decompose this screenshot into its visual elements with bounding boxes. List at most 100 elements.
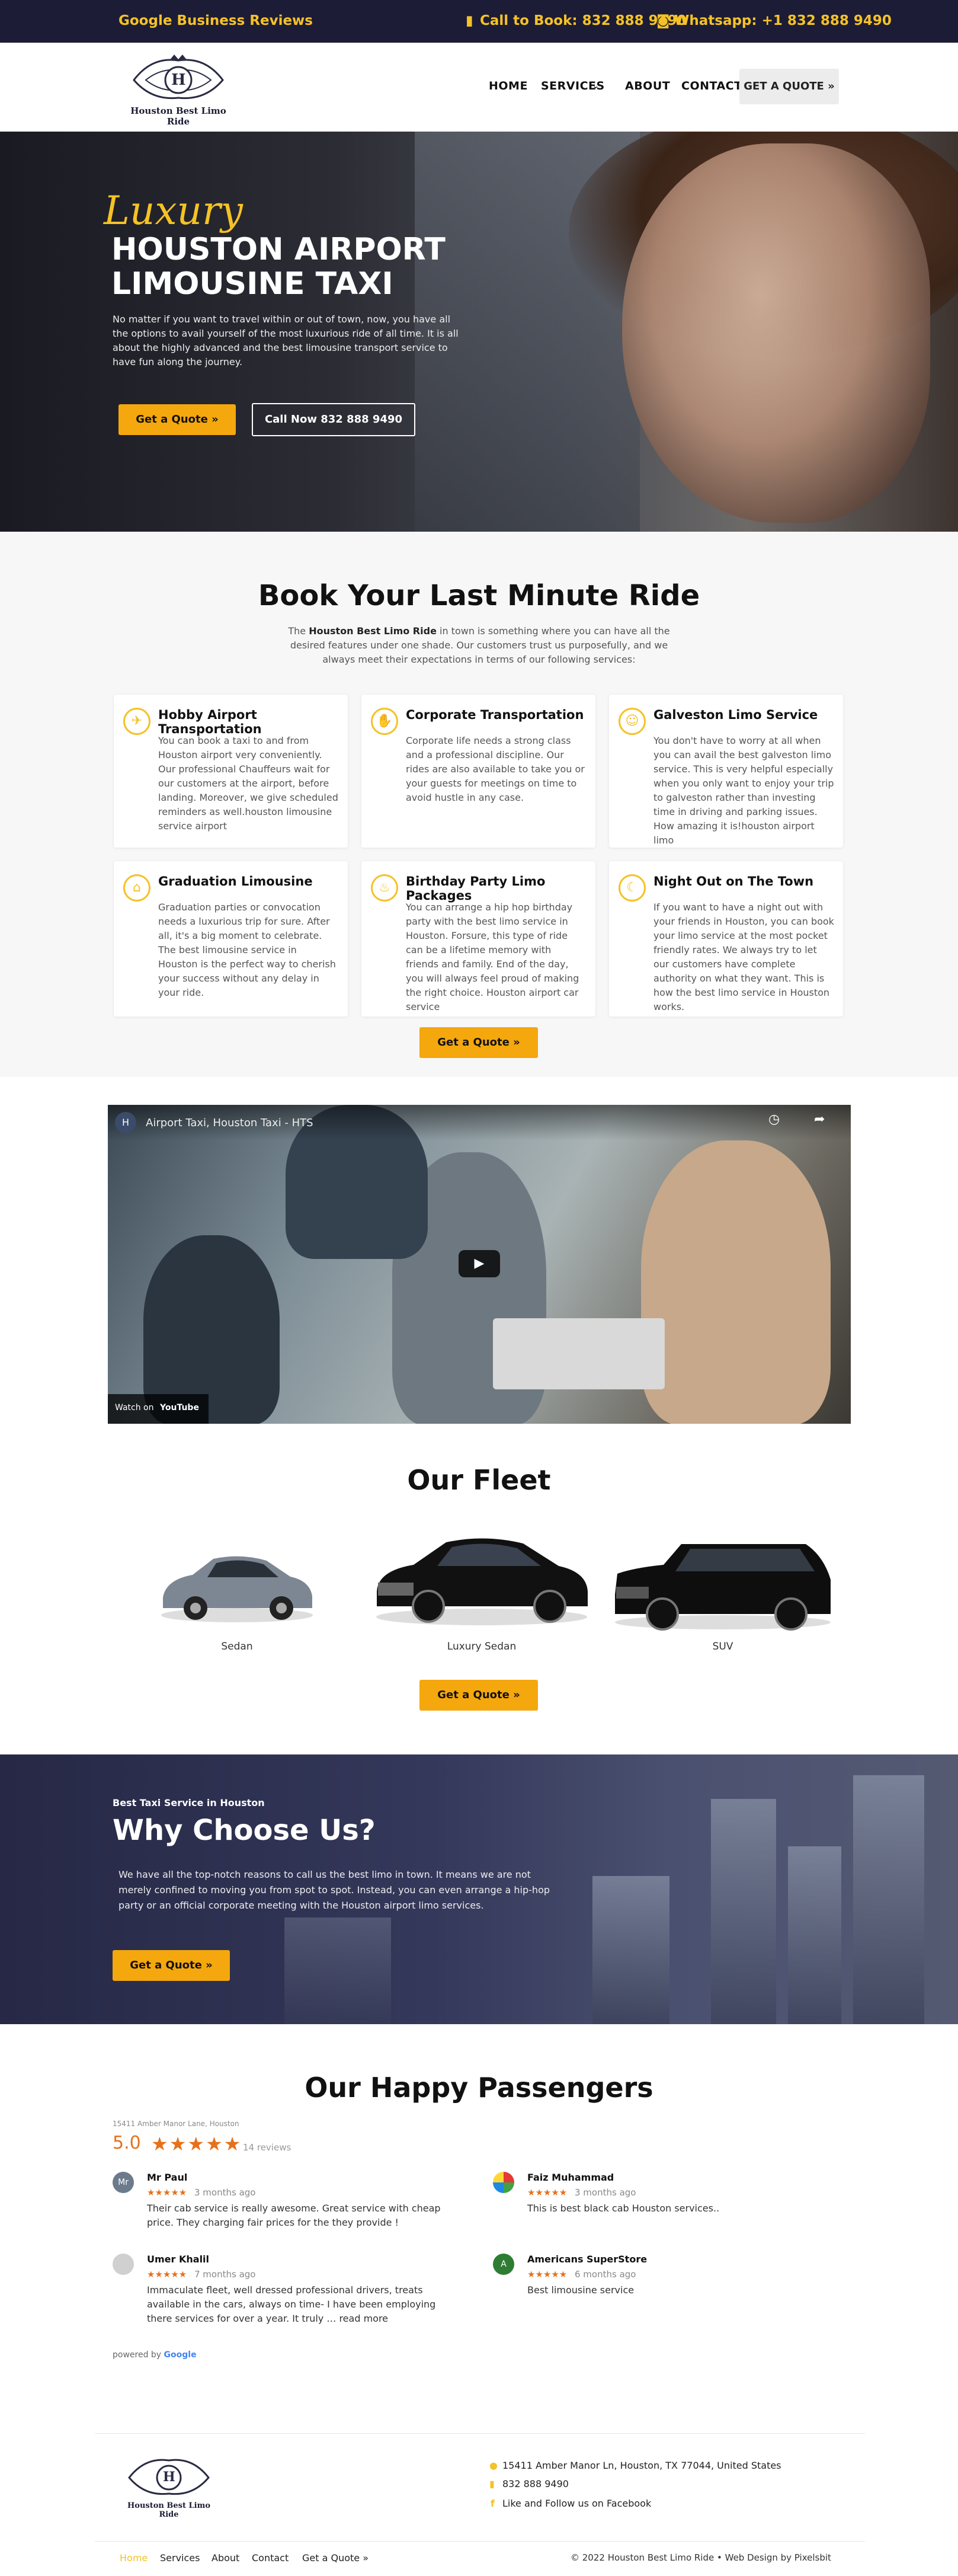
play-button-icon[interactable]: ▶ bbox=[459, 1250, 500, 1277]
service-card-title: Galveston Limo Service bbox=[653, 708, 818, 722]
phone-icon: ▮ bbox=[466, 13, 473, 28]
whatsapp-link[interactable]: Whatsapp: +1 832 888 9490 bbox=[674, 13, 892, 28]
header-get-quote-button[interactable]: GET A QUOTE » bbox=[739, 69, 839, 104]
services-section: Book Your Last Minute Ride The Houston B… bbox=[0, 532, 958, 1077]
service-card-text: You can arrange a hip hop birthday party… bbox=[406, 902, 579, 1012]
building-shape bbox=[711, 1799, 776, 2024]
location-pin-icon: ● bbox=[489, 2460, 498, 2471]
logo[interactable]: H Houston Best Limo Ride bbox=[122, 53, 235, 127]
suv-car-image bbox=[615, 1544, 831, 1631]
nav-about[interactable]: ABOUT bbox=[625, 79, 670, 92]
footer-address: 15411 Amber Manor Ln, Houston, TX 77044,… bbox=[502, 2460, 781, 2471]
facebook-icon: f bbox=[491, 2498, 495, 2509]
services-intro: The Houston Best Limo Ride in town is so… bbox=[288, 625, 670, 665]
video-title[interactable]: Airport Taxi, Houston Taxi - HTS bbox=[146, 1117, 313, 1129]
fleet-label-sedan: Sedan bbox=[221, 1641, 253, 1653]
service-card-title: Graduation Limousine bbox=[158, 874, 313, 889]
service-card: ⌂ Graduation Limousine Graduation partie… bbox=[114, 861, 348, 1017]
clock-icon[interactable]: ◷ bbox=[768, 1112, 780, 1127]
review-stars-icon: ★★★★★ bbox=[527, 2269, 568, 2280]
reviewer-name[interactable]: Mr Paul bbox=[147, 2172, 187, 2183]
service-card-text: You don't have to worry at all when you … bbox=[653, 735, 834, 846]
reviewer-name[interactable]: Umer Khalil bbox=[147, 2254, 209, 2265]
phone-icon: ▮ bbox=[489, 2478, 495, 2489]
nav-home[interactable]: HOME bbox=[489, 79, 528, 92]
service-card: ✋ Corporate Transportation Corporate lif… bbox=[361, 695, 595, 848]
whatsapp-icon: ◙ bbox=[656, 13, 670, 28]
plane-icon: ✈ bbox=[123, 708, 150, 735]
footer-link-about[interactable]: About bbox=[212, 2552, 239, 2564]
person-icon: ☺ bbox=[619, 708, 646, 735]
why-choose-us-section: Best Taxi Service in Houston Why Choose … bbox=[0, 1754, 958, 2024]
chevron-down-icon[interactable]: ⌄ bbox=[592, 82, 599, 91]
footer-logo[interactable]: H Houston Best Limo Ride bbox=[118, 2454, 219, 2519]
service-card-title: Night Out on The Town bbox=[653, 874, 814, 889]
footer-link-contact[interactable]: Contact bbox=[252, 2552, 289, 2564]
share-icon[interactable]: ➦ bbox=[814, 1112, 825, 1127]
reviewer-avatar bbox=[493, 2172, 514, 2193]
footer-link-services[interactable]: Services bbox=[160, 2552, 200, 2564]
building-shape bbox=[592, 1876, 669, 2024]
fleet-label-suv: SUV bbox=[712, 1641, 733, 1653]
footer-bottom-divider bbox=[95, 2541, 865, 2542]
youtube-logo-icon: YouTube bbox=[160, 1403, 199, 1412]
review-item: Mr Mr Paul ★★★★★ 3 months ago Their cab … bbox=[113, 2172, 492, 2243]
fleet-label-luxury-sedan: Luxury Sedan bbox=[447, 1641, 517, 1653]
reviewer-avatar: Mr bbox=[113, 2172, 134, 2193]
nav-contact[interactable]: CONTACT bbox=[681, 79, 742, 92]
video-person-right bbox=[641, 1140, 831, 1424]
watch-on-youtube[interactable]: Watch on YouTube bbox=[108, 1394, 209, 1424]
fleet-get-quote-button[interactable]: Get a Quote » bbox=[419, 1680, 538, 1711]
birthday-cake-icon: ♨ bbox=[371, 874, 398, 902]
service-card-text: If you want to have a night out with you… bbox=[653, 902, 834, 1012]
luxury-sedan-car-image bbox=[376, 1538, 588, 1625]
call-to-book-link[interactable]: Call to Book: 832 888 9490 bbox=[480, 13, 687, 28]
review-item: A Americans SuperStore ★★★★★ 6 months ag… bbox=[493, 2254, 872, 2325]
review-stars-icon: ★★★★★ bbox=[527, 2187, 568, 2198]
service-card-title: Corporate Transportation bbox=[406, 708, 584, 722]
review-time: 3 months ago bbox=[194, 2187, 256, 2198]
hero-call-now-button[interactable]: Call Now 832 888 9490 bbox=[252, 403, 415, 436]
reviewer-name[interactable]: Faiz Muhammad bbox=[527, 2172, 614, 2183]
reviews-count: 14 reviews bbox=[243, 2142, 291, 2153]
footer-phone[interactable]: 832 888 9490 bbox=[502, 2478, 569, 2489]
logo-letter: H bbox=[171, 71, 186, 89]
service-card: ☾ Night Out on The Town If you want to h… bbox=[609, 861, 843, 1017]
review-text: This is best black cab Houston services.… bbox=[527, 2203, 720, 2214]
review-item: Umer Khalil ★★★★★ 7 months ago Immaculat… bbox=[113, 2254, 492, 2331]
powered-by-label: powered by bbox=[113, 2350, 162, 2360]
hero-get-quote-button[interactable]: Get a Quote » bbox=[118, 404, 236, 435]
channel-avatar[interactable]: H bbox=[115, 1112, 136, 1133]
footer-facebook-link[interactable]: Like and Follow us on Facebook bbox=[502, 2498, 651, 2509]
footer-divider bbox=[95, 2433, 865, 2434]
footer-link-home[interactable]: Home bbox=[120, 2552, 148, 2564]
hero-woman-image bbox=[622, 143, 930, 523]
reviewer-name[interactable]: Americans SuperStore bbox=[527, 2254, 647, 2265]
service-card: ♨ Birthday Party Limo Packages You can a… bbox=[361, 861, 595, 1017]
why-get-quote-button[interactable]: Get a Quote » bbox=[113, 1950, 230, 1981]
logo-text: Houston Best Limo Ride bbox=[130, 106, 226, 127]
google-reviews-link[interactable]: Google Business Reviews bbox=[118, 13, 313, 28]
services-get-quote-button[interactable]: Get a Quote » bbox=[419, 1027, 538, 1058]
hero-script-word: Luxury bbox=[104, 188, 243, 234]
video-embed[interactable]: H Airport Taxi, Houston Taxi - HTS ◷ ➦ ▶… bbox=[108, 1105, 851, 1424]
building-shape bbox=[788, 1846, 841, 2024]
why-title: Why Choose Us? bbox=[113, 1814, 376, 1847]
service-card-text: Corporate life needs a strong class and … bbox=[406, 735, 585, 803]
service-card-text: You can book a taxi to and from Houston … bbox=[158, 735, 338, 832]
moon-icon: ☾ bbox=[619, 874, 646, 902]
footer-logo-letter: H bbox=[163, 2469, 175, 2485]
service-card: ☺ Galveston Limo Service You don't have … bbox=[609, 695, 843, 848]
powered-by-google: powered by Google bbox=[113, 2350, 197, 2360]
hero-title-line2: LIMOUSINE TAXI bbox=[111, 266, 393, 302]
review-time: 3 months ago bbox=[575, 2187, 636, 2198]
service-card-title: Birthday Party Limo Packages bbox=[406, 874, 546, 903]
service-card-title: Hobby Airport Transportation bbox=[158, 708, 262, 736]
footer-link-get-quote[interactable]: Get a Quote » bbox=[302, 2552, 369, 2564]
review-stars-icon: ★★★★★ bbox=[147, 2187, 187, 2198]
watch-on-label: Watch on bbox=[115, 1403, 154, 1412]
video-laptop bbox=[493, 1318, 665, 1389]
reviews-address: 15411 Amber Manor Lane, Houston bbox=[113, 2120, 239, 2128]
fleet-title: Our Fleet bbox=[407, 1464, 551, 1496]
hero-title-line1: HOUSTON AIRPORT bbox=[111, 232, 446, 267]
